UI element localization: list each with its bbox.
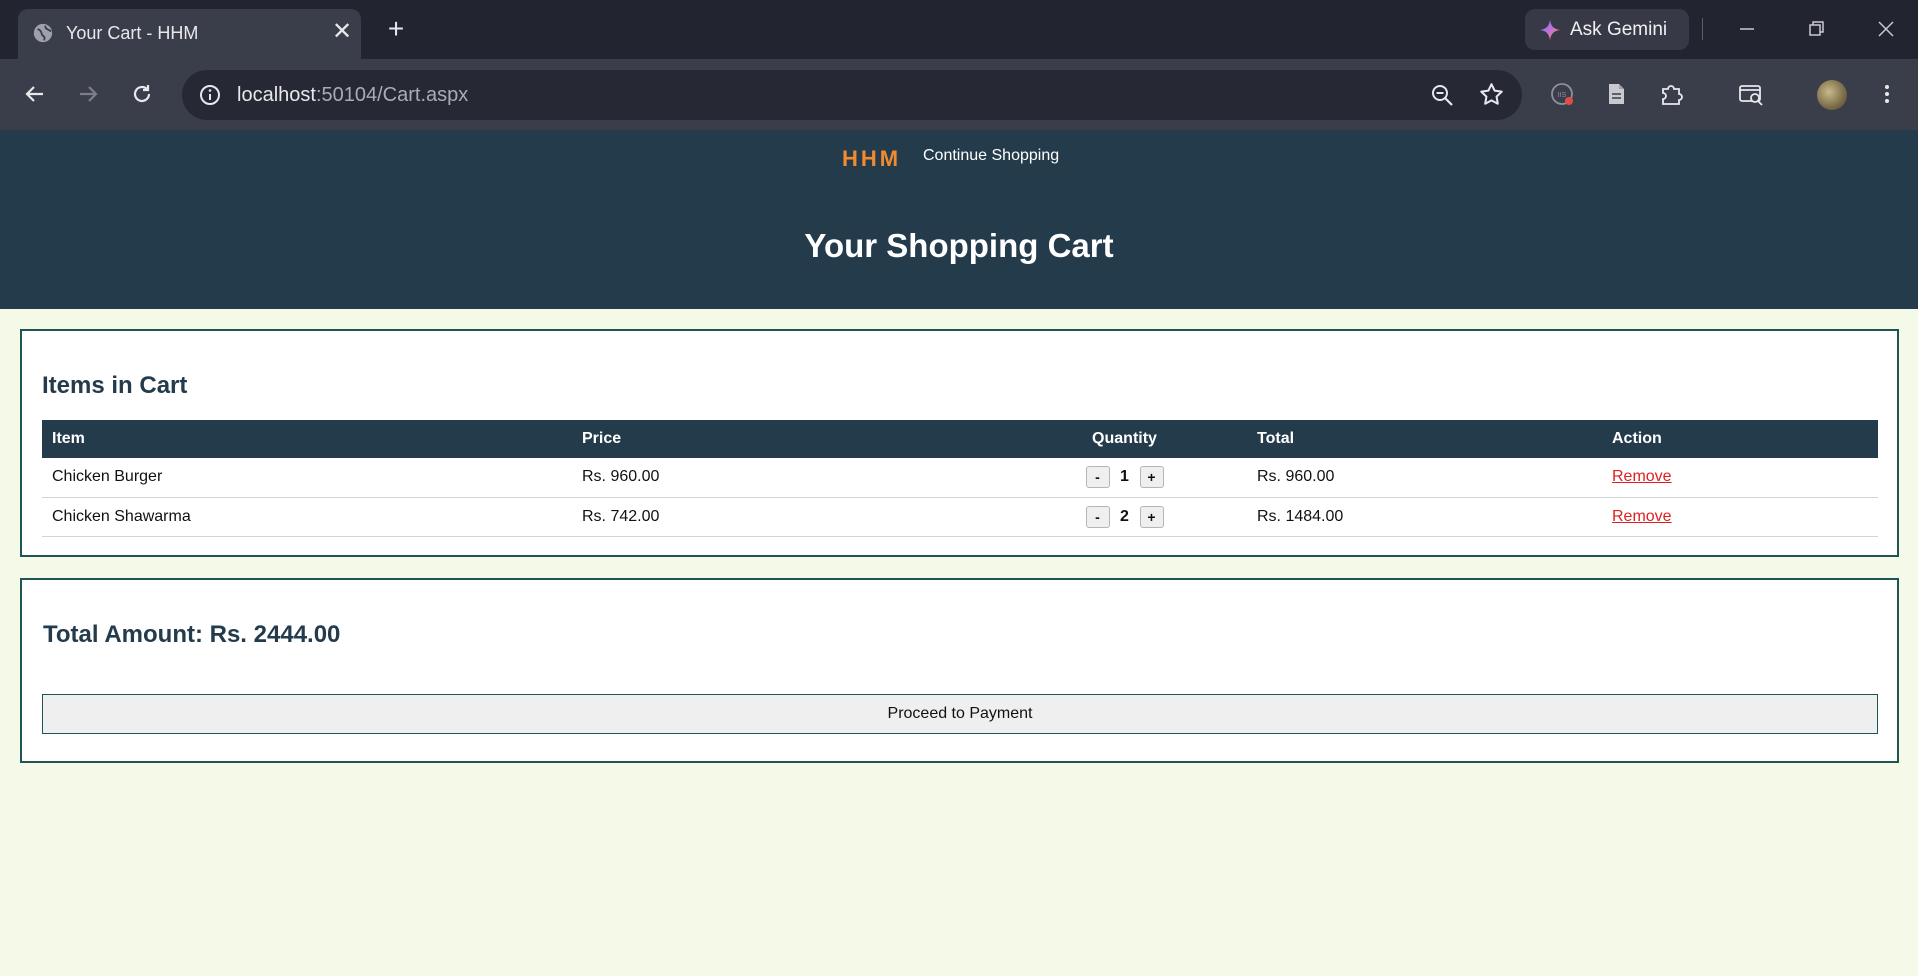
document-icon[interactable]	[1602, 80, 1630, 108]
browser-tab-strip: Your Cart - HHM ✕ + Ask Gemini	[0, 0, 1918, 59]
tab-search-icon[interactable]	[1737, 80, 1765, 108]
url-text[interactable]: localhost:50104/Cart.aspx	[237, 83, 468, 107]
kebab-menu-icon[interactable]	[1873, 80, 1901, 108]
browser-toolbar: localhost:50104/Cart.aspx IIS	[0, 59, 1918, 161]
item-price: Rs. 960.00	[572, 458, 1002, 498]
quantity-stepper: - 1 +	[1002, 458, 1247, 498]
increase-quantity-button[interactable]: +	[1139, 505, 1164, 528]
minimize-icon[interactable]	[1732, 14, 1762, 44]
svg-text:IIS: IIS	[1558, 92, 1567, 99]
table-row: Chicken Burger Rs. 960.00 - 1 + Rs. 960.…	[42, 458, 1878, 498]
page-title: Your Shopping Cart	[804, 227, 1114, 264]
order-summary-panel: Total Amount: Rs. 2444.00 Proceed to Pay…	[20, 578, 1899, 763]
divider	[1702, 18, 1703, 40]
section-title: Items in Cart	[42, 372, 188, 399]
increase-quantity-button[interactable]: +	[1139, 466, 1164, 489]
restore-icon[interactable]	[1801, 14, 1831, 44]
puzzle-icon[interactable]	[1657, 80, 1685, 108]
close-icon[interactable]: ✕	[330, 20, 354, 45]
browser-tab[interactable]: Your Cart - HHM ✕	[18, 9, 361, 59]
table-row: Chicken Shawarma Rs. 742.00 - 2 + Rs. 14…	[42, 497, 1878, 537]
column-header-action: Action	[1602, 420, 1878, 458]
column-header-price: Price	[572, 420, 1002, 458]
globe-icon	[33, 23, 53, 43]
decrease-quantity-button[interactable]: -	[1085, 466, 1110, 489]
reload-icon[interactable]	[128, 80, 156, 108]
remove-link[interactable]: Remove	[1612, 508, 1672, 525]
quantity-value: 1	[1120, 468, 1129, 486]
quantity-value: 2	[1120, 507, 1129, 525]
quantity-stepper: - 2 +	[1002, 497, 1247, 537]
address-bar[interactable]: localhost:50104/Cart.aspx	[182, 70, 1522, 120]
continue-shopping-link[interactable]: Continue Shopping	[923, 146, 1059, 166]
zoom-icon[interactable]	[1429, 82, 1455, 108]
plus-icon[interactable]: +	[381, 15, 411, 45]
decrease-quantity-button[interactable]: -	[1085, 505, 1110, 528]
avatar[interactable]	[1817, 80, 1847, 110]
item-name: Chicken Shawarma	[42, 497, 572, 537]
item-total: Rs. 960.00	[1247, 458, 1602, 498]
extension-icon[interactable]: IIS	[1548, 80, 1576, 108]
total-amount: Total Amount: Rs. 2444.00	[43, 621, 341, 648]
item-price: Rs. 742.00	[572, 497, 1002, 537]
item-total: Rs. 1484.00	[1247, 497, 1602, 537]
item-name: Chicken Burger	[42, 458, 572, 498]
url-path: :50104/Cart.aspx	[315, 84, 469, 106]
remove-link[interactable]: Remove	[1612, 468, 1672, 485]
column-header-total: Total	[1247, 420, 1602, 458]
site-header: HHM Continue Shopping Your Shopping Cart	[0, 130, 1918, 309]
proceed-to-payment-button[interactable]: Proceed to Payment	[42, 694, 1878, 734]
cart-table: Item Price Quantity Total Action Chicken…	[42, 420, 1878, 537]
column-header-quantity: Quantity	[1002, 420, 1247, 458]
site-logo[interactable]: HHM	[842, 144, 901, 174]
column-header-item: Item	[42, 420, 572, 458]
cart-items-panel: Items in Cart Item Price Quantity Total …	[20, 329, 1899, 557]
tab-title: Your Cart - HHM	[66, 23, 199, 43]
ask-gemini-label: Ask Gemini	[1570, 19, 1668, 40]
url-host: localhost	[237, 84, 316, 106]
window-close-icon[interactable]	[1871, 14, 1901, 44]
forward-icon[interactable]	[74, 80, 102, 108]
gemini-icon	[1539, 19, 1561, 41]
ask-gemini-button[interactable]: Ask Gemini	[1525, 9, 1689, 50]
info-icon[interactable]	[198, 83, 222, 107]
table-header-row: Item Price Quantity Total Action	[42, 420, 1878, 458]
back-icon[interactable]	[21, 80, 49, 108]
bookmark-star-icon[interactable]	[1478, 81, 1505, 108]
